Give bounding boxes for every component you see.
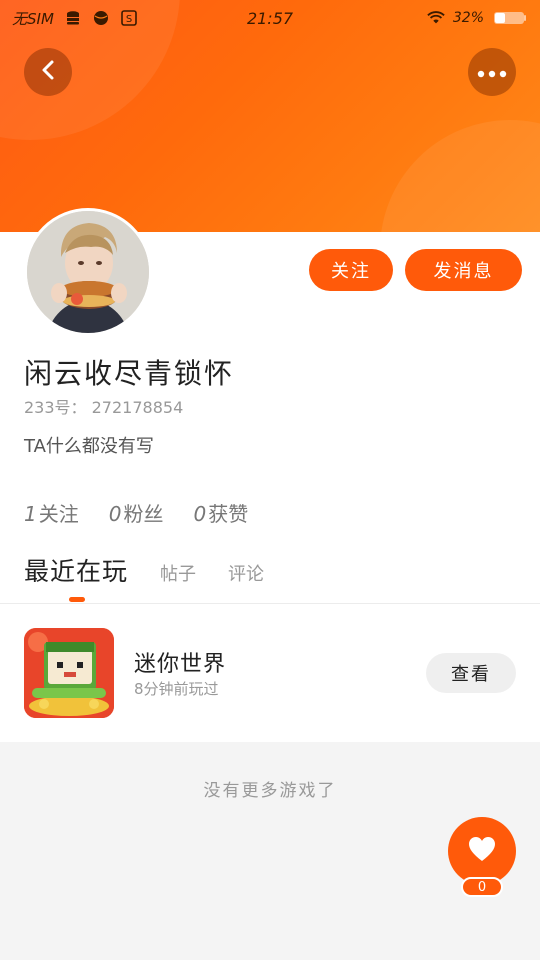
send-message-button[interactable]: 发消息 xyxy=(405,249,522,291)
like-button[interactable] xyxy=(448,817,516,885)
game-name: 迷你世界 xyxy=(134,652,227,677)
tab-posts[interactable]: 帖子 xyxy=(160,560,196,586)
stats-row: 1 关注 0 粉丝 0 获赞 xyxy=(24,498,248,527)
back-button[interactable] xyxy=(24,48,72,96)
battery-percent: 32% xyxy=(452,10,484,26)
status-bar: 无SIM S 21:57 32% xyxy=(0,0,540,36)
game-list-item[interactable]: 迷你世界 8分钟前玩过 查看 xyxy=(0,604,540,742)
more-button[interactable] xyxy=(468,48,516,96)
nickname: 闲云收尽青锁怀 xyxy=(24,357,235,390)
tab-indicator xyxy=(69,597,85,602)
bio: TA什么都没有写 xyxy=(24,436,154,457)
stat-following-count: 1 xyxy=(24,502,37,526)
tab-comments[interactable]: 评论 xyxy=(228,560,264,586)
battery-icon xyxy=(492,9,528,27)
like-count-badge: 0 xyxy=(461,877,503,897)
stat-fans[interactable]: 0 粉丝 xyxy=(109,498,164,527)
stat-fans-label: 粉丝 xyxy=(123,502,164,526)
view-game-button[interactable]: 查看 xyxy=(426,653,516,693)
game-icon xyxy=(24,628,114,718)
heart-icon xyxy=(467,835,497,867)
game-last-played: 8分钟前玩过 xyxy=(134,680,219,698)
user-id: 233号： 272178854 xyxy=(24,398,184,417)
profile-tabs: 最近在玩 帖子 评论 xyxy=(24,552,264,588)
wifi-icon xyxy=(427,9,445,27)
follow-button[interactable]: 关注 xyxy=(309,249,393,291)
stat-following[interactable]: 1 关注 xyxy=(24,498,79,527)
no-more-games-text: 没有更多游戏了 xyxy=(203,781,337,801)
stat-likes-count: 0 xyxy=(193,502,207,526)
chevron-left-icon xyxy=(39,59,57,85)
avatar[interactable] xyxy=(24,208,152,336)
stat-fans-count: 0 xyxy=(108,502,122,526)
tab-recently-played[interactable]: 最近在玩 xyxy=(24,552,128,588)
stat-likes[interactable]: 0 获赞 xyxy=(193,498,248,527)
status-right: 32% xyxy=(427,9,528,27)
stat-likes-label: 获赞 xyxy=(208,502,249,526)
stat-following-label: 关注 xyxy=(38,502,79,526)
more-horizontal-icon xyxy=(477,63,507,82)
